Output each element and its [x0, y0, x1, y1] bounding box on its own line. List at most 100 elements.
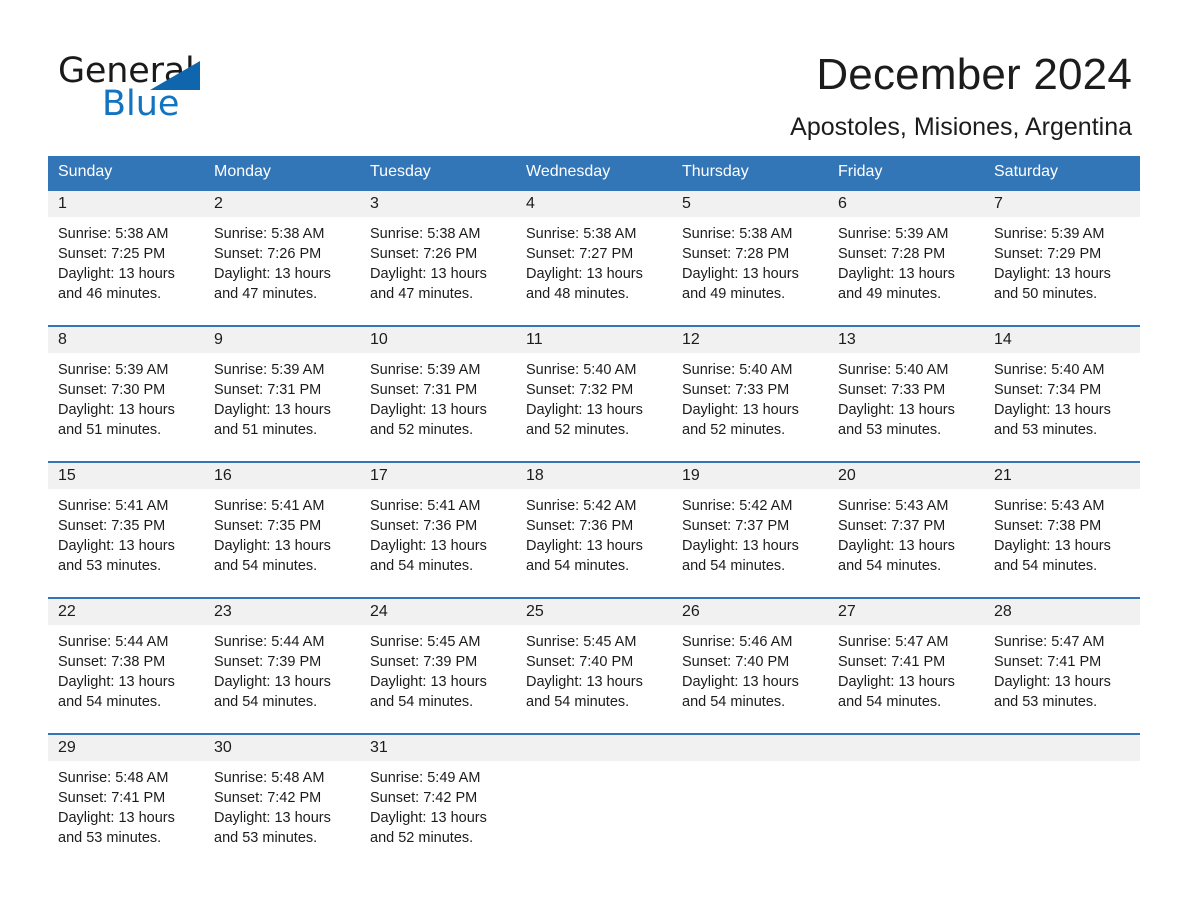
day-number: 28 [994, 603, 1012, 620]
day-number-cell[interactable]: 13 [828, 325, 984, 353]
day-sun-info: Sunrise: 5:38 AM Sunset: 7:27 PM Dayligh… [526, 226, 643, 302]
day-info-cell[interactable]: Sunrise: 5:39 AM Sunset: 7:29 PM Dayligh… [984, 217, 1140, 326]
day-info-cell[interactable]: Sunrise: 5:39 AM Sunset: 7:28 PM Dayligh… [828, 217, 984, 326]
day-number: 5 [682, 195, 691, 212]
day-number: 17 [370, 467, 388, 484]
day-number: 15 [58, 467, 76, 484]
week-daynumber-row: 29 30 31 [48, 733, 1140, 761]
day-sun-info: Sunrise: 5:39 AM Sunset: 7:30 PM Dayligh… [58, 362, 175, 438]
day-info-cell[interactable]: Sunrise: 5:44 AM Sunset: 7:39 PM Dayligh… [204, 625, 360, 734]
day-info-cell[interactable]: Sunrise: 5:46 AM Sunset: 7:40 PM Dayligh… [672, 625, 828, 734]
logo-text-blue: Blue [102, 84, 180, 124]
day-info-cell[interactable]: Sunrise: 5:49 AM Sunset: 7:42 PM Dayligh… [360, 761, 516, 870]
page-header: General Blue December 2024 Apostoles, Mi… [0, 0, 1188, 156]
day-number-cell[interactable]: 6 [828, 189, 984, 217]
day-info-cell[interactable]: Sunrise: 5:38 AM Sunset: 7:25 PM Dayligh… [48, 217, 204, 326]
day-info-cell[interactable]: Sunrise: 5:39 AM Sunset: 7:31 PM Dayligh… [360, 353, 516, 462]
day-number-cell[interactable]: 4 [516, 189, 672, 217]
day-number-cell[interactable]: 24 [360, 597, 516, 625]
day-info-cell[interactable]: Sunrise: 5:42 AM Sunset: 7:37 PM Dayligh… [672, 489, 828, 598]
day-number-cell[interactable]: 16 [204, 461, 360, 489]
day-sun-info: Sunrise: 5:49 AM Sunset: 7:42 PM Dayligh… [370, 770, 487, 846]
day-number-cell[interactable]: 20 [828, 461, 984, 489]
day-number-cell[interactable]: 25 [516, 597, 672, 625]
day-info-cell[interactable]: Sunrise: 5:39 AM Sunset: 7:30 PM Dayligh… [48, 353, 204, 462]
day-sun-info: Sunrise: 5:40 AM Sunset: 7:32 PM Dayligh… [526, 362, 643, 438]
day-number-cell[interactable]: 19 [672, 461, 828, 489]
day-number: 11 [526, 331, 543, 348]
day-number: 26 [682, 603, 700, 620]
day-info-cell-empty [672, 761, 828, 870]
day-number-cell[interactable]: 28 [984, 597, 1140, 625]
day-info-cell[interactable]: Sunrise: 5:47 AM Sunset: 7:41 PM Dayligh… [984, 625, 1140, 734]
week-daynumber-row: 22 23 24 25 26 27 28 [48, 597, 1140, 625]
day-number-cell[interactable]: 1 [48, 189, 204, 217]
day-info-cell[interactable]: Sunrise: 5:40 AM Sunset: 7:34 PM Dayligh… [984, 353, 1140, 462]
day-number-cell[interactable]: 10 [360, 325, 516, 353]
day-number: 19 [682, 467, 700, 484]
day-number-cell[interactable]: 14 [984, 325, 1140, 353]
day-info-cell[interactable]: Sunrise: 5:47 AM Sunset: 7:41 PM Dayligh… [828, 625, 984, 734]
day-sun-info: Sunrise: 5:47 AM Sunset: 7:41 PM Dayligh… [994, 634, 1111, 710]
day-info-cell[interactable]: Sunrise: 5:48 AM Sunset: 7:41 PM Dayligh… [48, 761, 204, 870]
day-number-cell-empty [984, 733, 1140, 761]
day-info-cell[interactable]: Sunrise: 5:41 AM Sunset: 7:35 PM Dayligh… [48, 489, 204, 598]
day-number-cell[interactable]: 27 [828, 597, 984, 625]
day-number: 8 [58, 331, 67, 348]
weekday-header-friday: Friday [828, 156, 984, 190]
day-sun-info: Sunrise: 5:44 AM Sunset: 7:38 PM Dayligh… [58, 634, 175, 710]
day-info-cell[interactable]: Sunrise: 5:41 AM Sunset: 7:36 PM Dayligh… [360, 489, 516, 598]
day-info-cell[interactable]: Sunrise: 5:38 AM Sunset: 7:26 PM Dayligh… [204, 217, 360, 326]
day-info-cell[interactable]: Sunrise: 5:40 AM Sunset: 7:32 PM Dayligh… [516, 353, 672, 462]
day-info-cell[interactable]: Sunrise: 5:38 AM Sunset: 7:27 PM Dayligh… [516, 217, 672, 326]
day-number-cell[interactable]: 30 [204, 733, 360, 761]
day-info-cell[interactable]: Sunrise: 5:45 AM Sunset: 7:39 PM Dayligh… [360, 625, 516, 734]
day-sun-info: Sunrise: 5:41 AM Sunset: 7:35 PM Dayligh… [214, 498, 331, 574]
day-number-cell[interactable]: 12 [672, 325, 828, 353]
day-number-cell[interactable]: 2 [204, 189, 360, 217]
week-info-row: Sunrise: 5:39 AM Sunset: 7:30 PM Dayligh… [48, 353, 1140, 462]
calendar-body: 1 2 3 4 5 6 7 Sunrise: 5:38 AM Sunset: 7… [48, 189, 1140, 870]
day-info-cell[interactable]: Sunrise: 5:43 AM Sunset: 7:37 PM Dayligh… [828, 489, 984, 598]
day-info-cell[interactable]: Sunrise: 5:38 AM Sunset: 7:28 PM Dayligh… [672, 217, 828, 326]
day-number: 30 [214, 739, 232, 756]
week-info-row: Sunrise: 5:48 AM Sunset: 7:41 PM Dayligh… [48, 761, 1140, 870]
day-info-cell-empty [516, 761, 672, 870]
day-number-cell[interactable]: 21 [984, 461, 1140, 489]
day-sun-info: Sunrise: 5:40 AM Sunset: 7:33 PM Dayligh… [838, 362, 955, 438]
day-number-cell[interactable]: 5 [672, 189, 828, 217]
calendar-page: General Blue December 2024 Apostoles, Mi… [0, 0, 1188, 918]
day-info-cell[interactable]: Sunrise: 5:42 AM Sunset: 7:36 PM Dayligh… [516, 489, 672, 598]
day-number-cell[interactable]: 15 [48, 461, 204, 489]
day-number-cell[interactable]: 7 [984, 189, 1140, 217]
day-info-cell[interactable]: Sunrise: 5:43 AM Sunset: 7:38 PM Dayligh… [984, 489, 1140, 598]
day-number-cell[interactable]: 11 [516, 325, 672, 353]
day-number: 14 [994, 331, 1012, 348]
day-number: 23 [214, 603, 232, 620]
day-info-cell[interactable]: Sunrise: 5:40 AM Sunset: 7:33 PM Dayligh… [828, 353, 984, 462]
day-info-cell[interactable]: Sunrise: 5:44 AM Sunset: 7:38 PM Dayligh… [48, 625, 204, 734]
day-number-cell[interactable]: 26 [672, 597, 828, 625]
title-block: December 2024 Apostoles, Misiones, Argen… [790, 48, 1132, 142]
day-number-cell[interactable]: 31 [360, 733, 516, 761]
week-info-row: Sunrise: 5:44 AM Sunset: 7:38 PM Dayligh… [48, 625, 1140, 734]
day-number-cell[interactable]: 22 [48, 597, 204, 625]
day-info-cell[interactable]: Sunrise: 5:48 AM Sunset: 7:42 PM Dayligh… [204, 761, 360, 870]
day-info-cell[interactable]: Sunrise: 5:40 AM Sunset: 7:33 PM Dayligh… [672, 353, 828, 462]
day-number-cell[interactable]: 17 [360, 461, 516, 489]
day-number-cell[interactable]: 23 [204, 597, 360, 625]
day-number-cell[interactable]: 8 [48, 325, 204, 353]
day-info-cell[interactable]: Sunrise: 5:41 AM Sunset: 7:35 PM Dayligh… [204, 489, 360, 598]
day-number-cell[interactable]: 3 [360, 189, 516, 217]
day-info-cell[interactable]: Sunrise: 5:38 AM Sunset: 7:26 PM Dayligh… [360, 217, 516, 326]
day-number: 18 [526, 467, 544, 484]
day-info-cell[interactable]: Sunrise: 5:39 AM Sunset: 7:31 PM Dayligh… [204, 353, 360, 462]
weekday-header-monday: Monday [204, 156, 360, 190]
day-info-cell[interactable]: Sunrise: 5:45 AM Sunset: 7:40 PM Dayligh… [516, 625, 672, 734]
day-number-cell[interactable]: 29 [48, 733, 204, 761]
day-number-cell[interactable]: 18 [516, 461, 672, 489]
day-number: 16 [214, 467, 232, 484]
day-number-cell[interactable]: 9 [204, 325, 360, 353]
day-number: 24 [370, 603, 388, 620]
day-sun-info: Sunrise: 5:45 AM Sunset: 7:40 PM Dayligh… [526, 634, 643, 710]
